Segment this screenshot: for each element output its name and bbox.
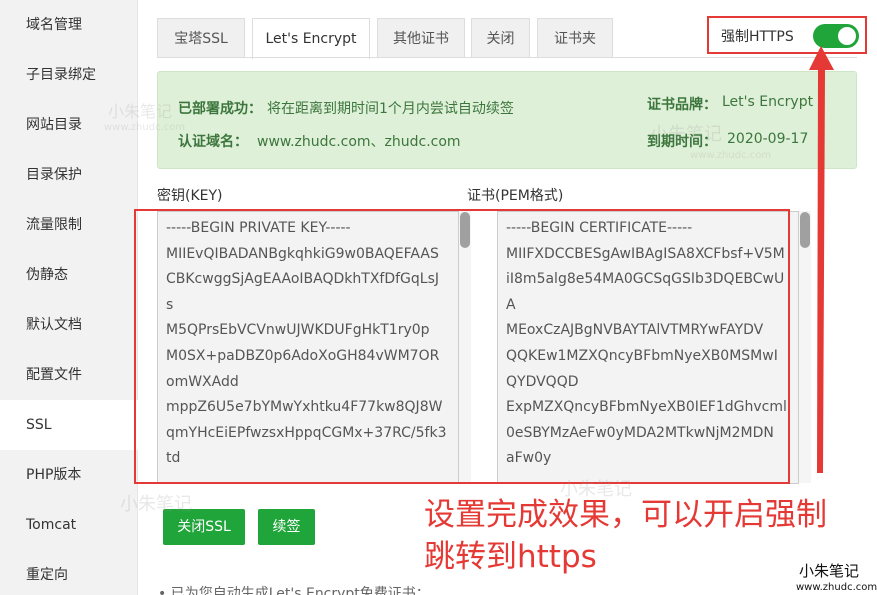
arrow-shape xyxy=(809,46,834,473)
watermark-brand-1: 小朱笔记 xyxy=(108,102,173,121)
watermark-brand-4: 小朱笔记 xyxy=(120,494,192,515)
watermark-url-1: www.zhudc.com xyxy=(104,122,186,133)
watermark-url-2: www.zhudc.com xyxy=(690,150,772,161)
annotation-callout: 设置完成效果，可以开启强制 跳转到https xyxy=(424,494,827,578)
callout-line-2: 跳转到https xyxy=(424,539,597,575)
watermark-brand-2: 小朱笔记 xyxy=(650,124,722,145)
ssl-settings-page: 域名管理 子目录绑定 网站目录 目录保护 流量限制 伪静态 默认文档 配置文件 SSL PHP版本… xyxy=(0,0,877,595)
watermark-brand-3: 小朱笔记 xyxy=(560,479,632,500)
brand-logo: 小朱笔记 xyxy=(799,562,860,580)
brand-url: www.zhudc.com xyxy=(796,582,877,593)
